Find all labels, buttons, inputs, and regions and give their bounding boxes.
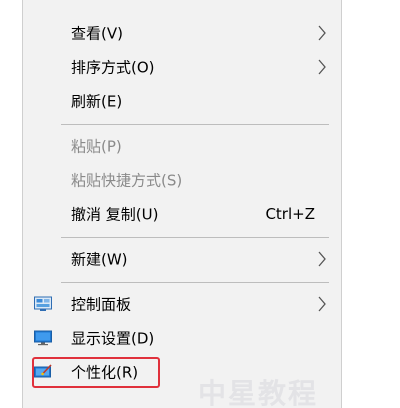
menu-item-paste: 粘贴(P) <box>23 129 341 163</box>
menu-item-refresh[interactable]: 刷新(E) <box>23 84 341 118</box>
menu-item-label: 排序方式(O) <box>71 58 155 77</box>
chevron-right-icon <box>318 296 326 312</box>
menu-item-label: 查看(V) <box>71 24 123 43</box>
screen: 查看(V) 排序方式(O) 刷新(E) 粘贴(P) 粘贴快捷方式(S) 撤消 复… <box>0 0 400 408</box>
menu-item-label: 显示设置(D) <box>71 329 155 348</box>
menu-item-label: 控制面板 <box>71 295 132 314</box>
chevron-right-icon <box>318 59 326 75</box>
context-menu: 查看(V) 排序方式(O) 刷新(E) 粘贴(P) 粘贴快捷方式(S) 撤消 复… <box>22 0 342 408</box>
menu-item-label: 粘贴快捷方式(S) <box>71 171 183 190</box>
watermark: 中星教程 <box>198 377 319 408</box>
menu-item-new[interactable]: 新建(W) <box>23 242 341 276</box>
menu-item-label: 新建(W) <box>71 250 128 269</box>
menu-item-display-settings[interactable]: 显示设置(D) <box>23 321 341 355</box>
menu-separator <box>61 282 329 283</box>
control-panel-icon <box>34 296 52 311</box>
menu-separator <box>61 237 329 238</box>
menu-item-label: 刷新(E) <box>71 92 123 111</box>
chevron-right-icon <box>318 25 326 41</box>
highlight-box <box>32 357 160 388</box>
menu-item-control-panel[interactable]: 控制面板 <box>23 287 341 321</box>
menu-item-undo-copy[interactable]: 撤消 复制(U) Ctrl+Z <box>23 197 341 231</box>
menu-item-label: 粘贴(P) <box>71 137 122 156</box>
menu-separator <box>61 124 329 125</box>
menu-item-shortcut: Ctrl+Z <box>265 205 315 223</box>
chevron-right-icon <box>318 251 326 267</box>
menu-item-view[interactable]: 查看(V) <box>23 16 341 50</box>
menu-item-label: 撤消 复制(U) <box>71 205 159 224</box>
menu-item-sort-by[interactable]: 排序方式(O) <box>23 50 341 84</box>
display-settings-icon <box>34 330 52 346</box>
menu-item-paste-shortcut: 粘贴快捷方式(S) <box>23 163 341 197</box>
